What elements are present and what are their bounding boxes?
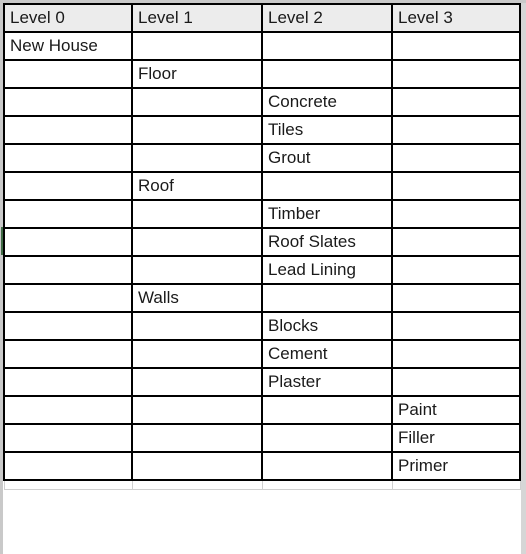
table-row[interactable]: Cement (3, 339, 521, 369)
cell-level2[interactable] (261, 451, 393, 481)
cell-level2[interactable]: Grout (261, 143, 393, 173)
table-row-partial[interactable] (3, 479, 521, 490)
cell-level2[interactable] (261, 171, 393, 201)
cell-level2[interactable]: Blocks (261, 311, 393, 341)
cell-level1[interactable] (131, 479, 263, 490)
cell-level2[interactable] (261, 479, 393, 490)
cell-level2[interactable]: Lead Lining (261, 255, 393, 285)
cell-level0[interactable] (3, 339, 133, 369)
table-row[interactable]: Grout (3, 143, 521, 173)
cell-level0[interactable] (3, 227, 133, 257)
cell-level3[interactable] (391, 311, 521, 341)
table-row[interactable]: Filler (3, 423, 521, 453)
cell-level1[interactable] (131, 311, 263, 341)
column-header-level3[interactable]: Level 3 (391, 3, 521, 33)
cell-level3[interactable] (391, 31, 521, 61)
cell-level3[interactable] (391, 227, 521, 257)
cell-level1[interactable] (131, 31, 263, 61)
cell-level1[interactable] (131, 451, 263, 481)
cell-level3[interactable] (391, 59, 521, 89)
cell-level3[interactable] (391, 367, 521, 397)
cell-level2[interactable]: Timber (261, 199, 393, 229)
cell-level2[interactable]: Cement (261, 339, 393, 369)
cell-level1[interactable] (131, 87, 263, 117)
top-edge-strip (0, 0, 526, 3)
cell-level0[interactable] (3, 395, 133, 425)
cell-level3[interactable] (391, 143, 521, 173)
cell-level1[interactable]: Walls (131, 283, 263, 313)
cell-level0[interactable]: New House (3, 31, 133, 61)
table-body[interactable]: New House Floor Concrete Tiles Grout Roof Timb… (3, 31, 521, 490)
table-row[interactable]: Primer (3, 451, 521, 481)
cell-level3[interactable] (391, 115, 521, 145)
cell-level1[interactable] (131, 115, 263, 145)
cell-level1[interactable] (131, 143, 263, 173)
cell-level3[interactable] (391, 283, 521, 313)
cell-level0[interactable] (3, 311, 133, 341)
cell-level0[interactable] (3, 199, 133, 229)
column-header-level0[interactable]: Level 0 (3, 3, 133, 33)
table-row[interactable]: Timber (3, 199, 521, 229)
cell-level2[interactable] (261, 31, 393, 61)
cell-level0[interactable] (3, 171, 133, 201)
cell-level0[interactable] (3, 451, 133, 481)
active-row-marker (1, 227, 3, 255)
cell-level3[interactable]: Filler (391, 423, 521, 453)
table-row[interactable]: New House (3, 31, 521, 61)
cell-level0[interactable] (3, 283, 133, 313)
cell-level2[interactable] (261, 59, 393, 89)
table-row[interactable]: Tiles (3, 115, 521, 145)
cell-level1[interactable] (131, 423, 263, 453)
cell-level2[interactable] (261, 423, 393, 453)
cell-level0[interactable] (3, 87, 133, 117)
cell-level1[interactable]: Floor (131, 59, 263, 89)
cell-level1[interactable]: Roof (131, 171, 263, 201)
cell-level2[interactable] (261, 283, 393, 313)
cell-level0[interactable] (3, 479, 133, 490)
cell-level1[interactable] (131, 395, 263, 425)
table-row[interactable]: Lead Lining (3, 255, 521, 285)
cell-level3[interactable] (391, 255, 521, 285)
cell-level3[interactable] (391, 339, 521, 369)
cell-level3[interactable]: Primer (391, 451, 521, 481)
spreadsheet-viewport[interactable]: Level 0 Level 1 Level 2 Level 3 New Hous… (0, 0, 526, 554)
table-row[interactable]: Floor (3, 59, 521, 89)
header-row: Level 0 Level 1 Level 2 Level 3 (3, 3, 521, 33)
wbs-table[interactable]: Level 0 Level 1 Level 2 Level 3 New Hous… (3, 3, 521, 490)
cell-level3[interactable]: Paint (391, 395, 521, 425)
table-header: Level 0 Level 1 Level 2 Level 3 (3, 3, 521, 33)
cell-level0[interactable] (3, 59, 133, 89)
cell-level3[interactable] (391, 87, 521, 117)
cell-level2[interactable]: Concrete (261, 87, 393, 117)
cell-level3[interactable] (391, 199, 521, 229)
table-row[interactable]: Walls (3, 283, 521, 313)
cell-level3[interactable] (391, 479, 521, 490)
cell-level0[interactable] (3, 423, 133, 453)
table-row[interactable]: Plaster (3, 367, 521, 397)
cell-level0[interactable] (3, 255, 133, 285)
cell-level2[interactable]: Roof Slates (261, 227, 393, 257)
table-row[interactable]: Roof (3, 171, 521, 201)
cell-level2[interactable]: Plaster (261, 367, 393, 397)
table-row[interactable]: Paint (3, 395, 521, 425)
table-row[interactable]: Concrete (3, 87, 521, 117)
cell-level1[interactable] (131, 199, 263, 229)
cell-level1[interactable] (131, 367, 263, 397)
table-row[interactable]: Blocks (3, 311, 521, 341)
cell-level2[interactable]: Tiles (261, 115, 393, 145)
cell-level0[interactable] (3, 115, 133, 145)
column-header-level1[interactable]: Level 1 (131, 3, 263, 33)
cell-level3[interactable] (391, 171, 521, 201)
left-edge-strip (0, 0, 3, 554)
cell-level0[interactable] (3, 367, 133, 397)
cell-level0[interactable] (3, 143, 133, 173)
right-edge-strip (521, 0, 526, 554)
cell-level1[interactable] (131, 339, 263, 369)
cell-level2[interactable] (261, 395, 393, 425)
table-row[interactable]: Roof Slates (3, 227, 521, 257)
cell-level1[interactable] (131, 227, 263, 257)
cell-level1[interactable] (131, 255, 263, 285)
column-header-level2[interactable]: Level 2 (261, 3, 393, 33)
